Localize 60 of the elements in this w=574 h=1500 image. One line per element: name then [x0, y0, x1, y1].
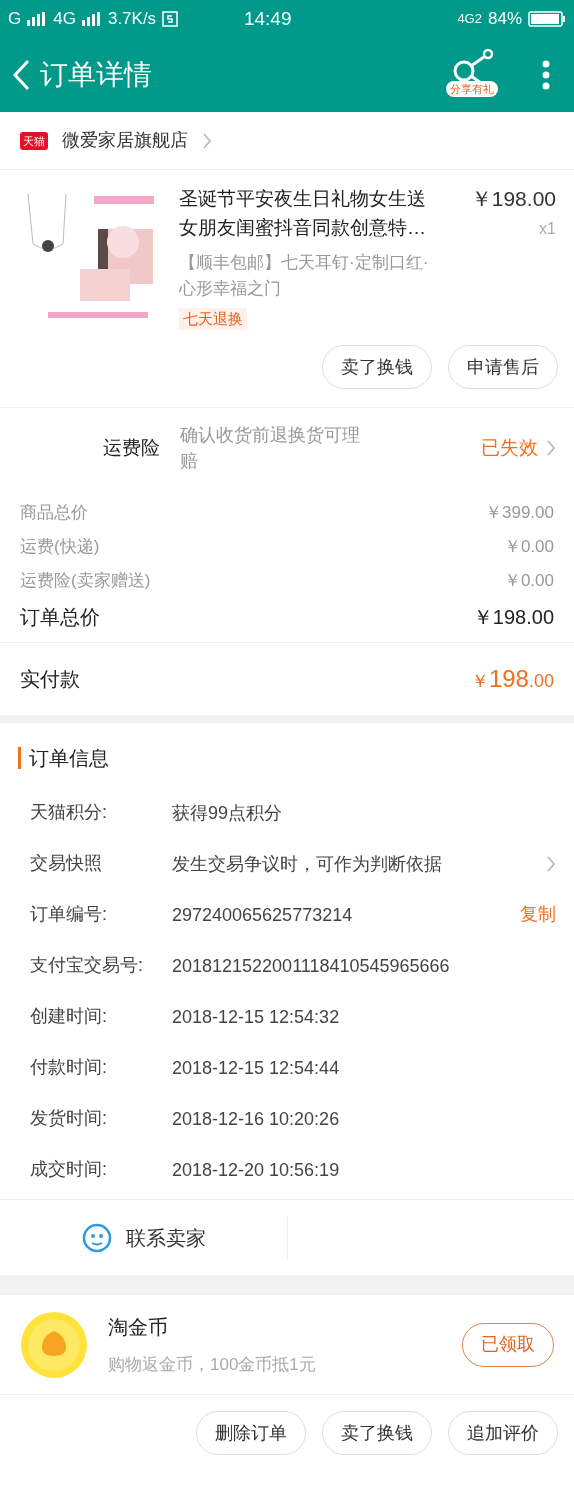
store-name[interactable]: 微爱家居旗舰店 — [62, 127, 188, 154]
fee-label: 运费(快递) — [20, 536, 100, 558]
signal-icon — [81, 12, 102, 26]
info-label: 发货时间: — [30, 1107, 108, 1130]
share-badge: 分享有礼 — [446, 81, 498, 97]
info-label: 成交时间: — [30, 1158, 108, 1181]
fee-value: ￥0.00 — [503, 570, 554, 592]
info-label: 天猫积分: — [30, 801, 108, 824]
fee-label: 商品总价 — [20, 502, 88, 524]
signal-label: 4G — [53, 8, 76, 31]
info-value: 2018-12-15 12:54:32 — [172, 1005, 341, 1029]
info-label: 支付宝交易号: — [30, 954, 144, 977]
back-icon[interactable] — [10, 58, 32, 92]
share-button[interactable]: 分享有礼 — [444, 47, 500, 103]
info-value: 2018-12-16 10:20:26 — [172, 1107, 341, 1131]
coin-icon — [20, 1310, 88, 1379]
coins-description: 购物返金币，100金币抵1元 — [108, 1353, 317, 1376]
chevron-right-icon — [546, 439, 556, 457]
insurance-label: 运费险 — [102, 435, 160, 460]
info-value: 297240065625773214 — [172, 903, 354, 927]
info-label: 付款时间: — [30, 1056, 108, 1079]
clock: 14:49 — [242, 6, 293, 31]
info-value: 获得99点积分 — [172, 801, 284, 825]
product-price: ￥198.00 — [470, 186, 556, 212]
fee-value: ￥399.00 — [485, 502, 554, 524]
app-icon — [162, 11, 179, 27]
network-speed: 3.7K/s — [107, 8, 157, 31]
product-quantity: x1 — [539, 219, 556, 239]
return-tag: 七天退换 — [179, 308, 247, 330]
insurance-description: 确认收货前退换货可理赔 — [180, 424, 361, 473]
info-value: 发生交易争议时，可作为判断依据 — [172, 852, 443, 876]
contact-seller-button[interactable]: 联系卖家 — [0, 1215, 288, 1260]
network-label: 4G2 — [457, 10, 482, 29]
info-value: 2018-12-15 12:54:44 — [172, 1056, 341, 1080]
product-sku: 【顺丰包邮】七天耳钉·定制口红·心形幸福之门 — [179, 252, 430, 300]
total-label: 订单总价 — [20, 605, 100, 630]
fee-value: ￥0.00 — [503, 536, 554, 558]
product-title[interactable]: 圣诞节平安夜生日礼物女生送女朋友闺蜜抖音同款创意特… — [179, 184, 436, 242]
chevron-right-icon — [546, 854, 556, 873]
paid-amount: ￥198.00 — [470, 664, 554, 694]
info-label: 交易快照 — [30, 852, 103, 875]
signal-icon — [27, 12, 48, 26]
page-title: 订单详情 — [40, 58, 153, 92]
info-value: 2018121522001118410545965666 — [172, 954, 451, 978]
paid-label: 实付款 — [20, 667, 80, 692]
fee-label: 运费险(卖家赠送) — [20, 570, 151, 592]
coins-title: 淘金币 — [108, 1314, 169, 1340]
chevron-right-icon — [202, 131, 212, 150]
section-title: 订单信息 — [29, 746, 109, 771]
signal-label: G — [8, 8, 22, 31]
info-label: 订单编号: — [30, 903, 108, 926]
chat-icon — [81, 1222, 112, 1253]
info-label: 创建时间: — [30, 1005, 108, 1028]
total-value: ￥198.00 — [472, 605, 554, 630]
battery-icon — [528, 11, 566, 27]
section-marker — [18, 747, 21, 769]
store-badge: 天猫 — [20, 131, 48, 150]
info-value: 2018-12-20 10:56:19 — [172, 1158, 341, 1182]
more-icon[interactable] — [542, 60, 550, 90]
battery-level: 84% — [487, 8, 522, 31]
